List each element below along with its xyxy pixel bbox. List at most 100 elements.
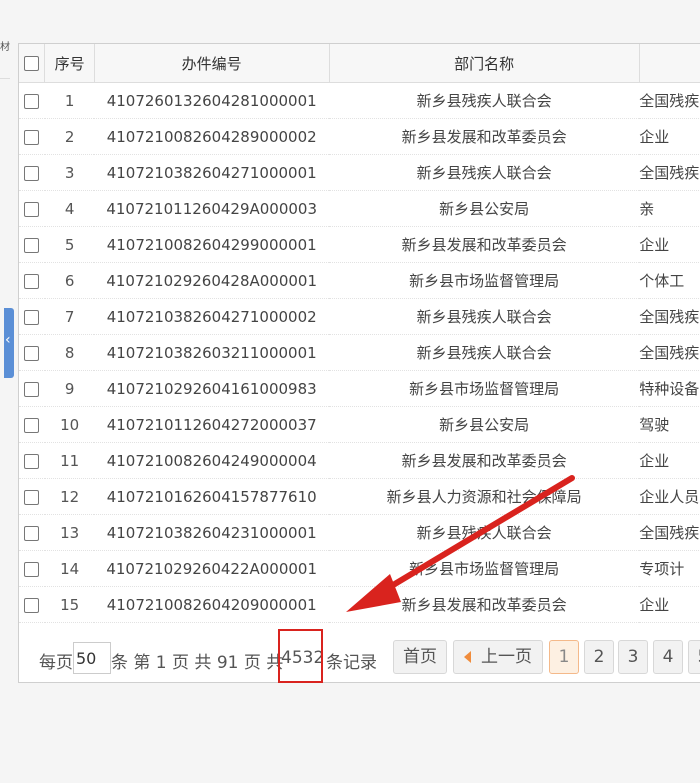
table-row[interactable]: 15 4107210082604209000001 新乡县发展和改革委员会 企业 [19, 586, 700, 623]
row-select-cell[interactable] [19, 190, 45, 227]
row-select-cell[interactable] [19, 226, 45, 263]
row-select-cell[interactable] [19, 118, 45, 155]
row-case-number: 4107210112604272000037 [94, 406, 329, 443]
row-checkbox[interactable] [24, 93, 40, 109]
row-select-cell[interactable] [19, 550, 45, 587]
page-size-input[interactable] [73, 642, 111, 674]
table-row[interactable]: 10 4107210112604272000037 新乡县公安局 驾驶 [19, 406, 700, 443]
row-item: 驾驶 [639, 406, 700, 443]
row-item: 企业 [639, 442, 700, 479]
first-page-button[interactable]: 首页 [393, 640, 447, 674]
row-checkbox[interactable] [24, 345, 40, 361]
row-checkbox[interactable] [24, 525, 40, 541]
table-row[interactable]: 11 4107210082604249000004 新乡县发展和改革委员会 企业 [19, 442, 700, 479]
page-button-4[interactable]: 4 [653, 640, 683, 674]
row-select-cell[interactable] [19, 334, 45, 371]
page-number: 1 [558, 647, 570, 667]
row-select-cell[interactable] [19, 262, 45, 299]
row-department: 新乡县残疾人联合会 [329, 82, 640, 119]
row-department: 新乡县公安局 [329, 190, 640, 227]
row-checkbox[interactable] [24, 129, 40, 145]
row-department: 新乡县残疾人联合会 [329, 514, 640, 551]
table-row[interactable]: 14 410721029260422A000001 新乡县市场监督管理局 专项计 [19, 550, 700, 587]
row-item: 全国残疾 [639, 154, 700, 191]
table-row[interactable]: 4 410721011260429A000003 新乡县公安局亲 [19, 190, 700, 227]
row-item: 全国残疾 [639, 514, 700, 551]
row-checkbox[interactable] [24, 489, 40, 505]
table-row[interactable]: 8 4107210382603211000001 新乡县残疾人联合会 全国残疾 [19, 334, 700, 371]
row-department: 新乡县残疾人联合会 [329, 334, 640, 371]
page-button-1[interactable]: 1 [549, 640, 579, 674]
per-page-prefix: 每页 [39, 653, 73, 673]
row-case-number: 410721029260422A000001 [94, 550, 329, 587]
table-row[interactable]: 5 4107210082604299000001 新乡县发展和改革委员会 企业 [19, 226, 700, 263]
row-checkbox[interactable] [24, 309, 40, 325]
pagination-bar: 每页 条 第 1 页 共 91 页 共 4532 条记录 首页 上一页 1 2 … [19, 634, 700, 680]
table-row[interactable]: 9 4107210292604161000983 新乡县市场监督管理局 特种设备 [19, 370, 700, 407]
column-header-department[interactable]: 部门名称 [329, 44, 640, 83]
prev-page-label: 上一页 [481, 647, 532, 667]
page-number: 3 [627, 647, 639, 667]
row-checkbox[interactable] [24, 165, 40, 181]
row-checkbox[interactable] [24, 237, 40, 253]
row-index: 12 [44, 478, 95, 515]
row-select-cell[interactable] [19, 442, 45, 479]
row-item: 全国残疾 [639, 82, 700, 119]
page-button-5[interactable]: 5 [688, 640, 700, 674]
row-checkbox[interactable] [24, 201, 40, 217]
page-button-3[interactable]: 3 [618, 640, 648, 674]
left-panel-edge: 材 [0, 0, 10, 783]
select-all-checkbox[interactable] [24, 56, 40, 71]
row-department: 新乡县残疾人联合会 [329, 154, 640, 191]
row-index: 5 [44, 226, 95, 263]
table-row[interactable]: 2 4107210082604289000002 新乡县发展和改革委员会 企业 [19, 118, 700, 155]
row-index: 11 [44, 442, 95, 479]
row-item: 企业人员 [639, 478, 700, 515]
select-all-cell[interactable] [19, 44, 46, 83]
column-header-index[interactable]: 序号 [44, 44, 95, 83]
column-header-item[interactable] [639, 44, 700, 83]
row-select-cell[interactable] [19, 154, 45, 191]
row-select-cell[interactable] [19, 478, 45, 515]
row-department: 新乡县市场监督管理局 [329, 550, 640, 587]
table-row[interactable]: 12 4107210162604157877610 新乡县人力资源和社会保障局 企业人… [19, 478, 700, 515]
row-department: 新乡县发展和改革委员会 [329, 118, 640, 155]
table-row[interactable]: 1 4107260132604281000001 新乡县残疾人联合会 全国残疾 [19, 82, 700, 119]
table-row[interactable]: 3 4107210382604271000001 新乡县残疾人联合会 全国残疾 [19, 154, 700, 191]
row-checkbox[interactable] [24, 561, 40, 577]
row-select-cell[interactable] [19, 298, 45, 335]
row-select-cell[interactable] [19, 370, 45, 407]
row-index: 2 [44, 118, 95, 155]
page-number: 4 [662, 647, 674, 667]
row-checkbox[interactable] [24, 453, 40, 469]
left-panel-text: 材 [0, 42, 10, 53]
row-checkbox[interactable] [24, 597, 40, 613]
row-index: 8 [44, 334, 95, 371]
row-checkbox[interactable] [24, 381, 40, 397]
row-index: 9 [44, 370, 95, 407]
row-case-number: 410721029260428A000001 [94, 262, 329, 299]
row-select-cell[interactable] [19, 514, 45, 551]
row-item: 企业 [639, 586, 700, 623]
table-row[interactable]: 13 4107210382604231000001 新乡县残疾人联合会 全国残疾 [19, 514, 700, 551]
row-checkbox[interactable] [24, 417, 40, 433]
row-index: 3 [44, 154, 95, 191]
table-row[interactable]: 7 4107210382604271000002 新乡县残疾人联合会 全国残疾 [19, 298, 700, 335]
row-case-number: 4107210082604249000004 [94, 442, 329, 479]
page-button-2[interactable]: 2 [584, 640, 614, 674]
row-item: 全国残疾 [639, 334, 700, 371]
collapse-sidebar-button[interactable]: ‹ [4, 308, 14, 378]
column-header-case-number[interactable]: 办件编号 [94, 44, 330, 83]
prev-page-button[interactable]: 上一页 [453, 640, 543, 674]
row-index: 15 [44, 586, 95, 623]
row-select-cell[interactable] [19, 406, 45, 443]
table-row[interactable]: 6 410721029260428A000001 新乡县市场监督管理局 个体工 [19, 262, 700, 299]
row-checkbox[interactable] [24, 273, 40, 289]
row-case-number: 4107210382604231000001 [94, 514, 329, 551]
row-department: 新乡县残疾人联合会 [329, 298, 640, 335]
row-select-cell[interactable] [19, 82, 45, 119]
row-case-number: 410721011260429A000003 [94, 190, 329, 227]
row-case-number: 4107210382604271000002 [94, 298, 329, 335]
row-select-cell[interactable] [19, 586, 45, 623]
highlight-box [278, 629, 323, 683]
